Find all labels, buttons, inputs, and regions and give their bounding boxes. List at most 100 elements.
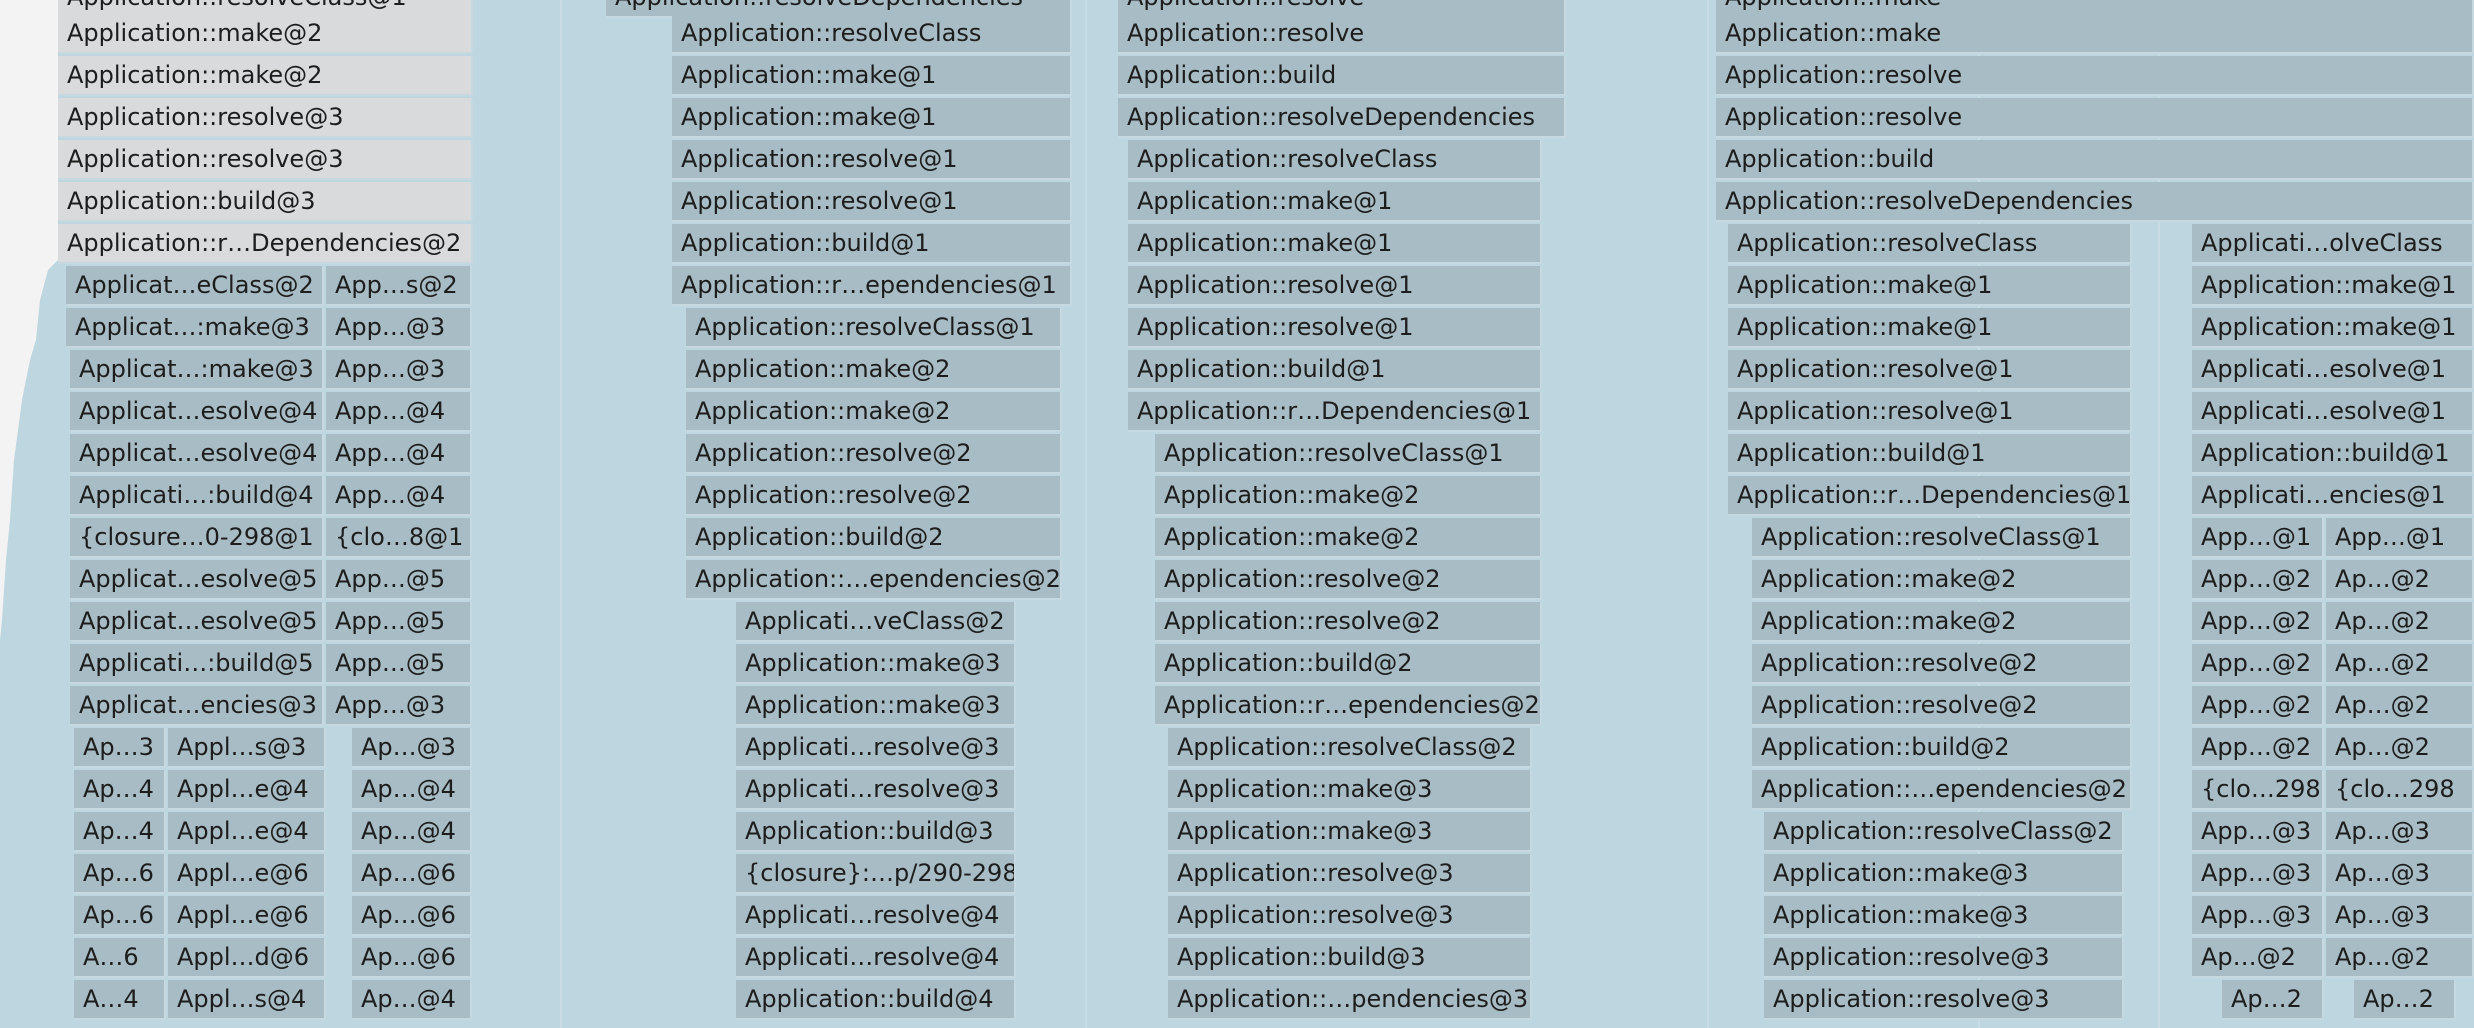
flame-frame[interactable]: Applicat…esolve@4 [70, 392, 324, 432]
flame-frame[interactable]: App…@3 [326, 350, 472, 390]
flame-frame[interactable]: Applicati…resolve@3 [736, 770, 1016, 810]
flame-frame[interactable]: Applicat…eClass@2 [66, 266, 324, 306]
flame-frame[interactable]: Application::r…Dependencies@1 [1728, 476, 2132, 516]
flame-frame[interactable]: Ap…@6 [352, 896, 472, 936]
flame-frame[interactable]: App…@5 [326, 602, 472, 642]
flame-frame[interactable]: Application::build@1 [1728, 434, 2132, 474]
flame-frame[interactable]: Application::resolveDependencies [1118, 98, 1566, 138]
flame-frame[interactable]: Application::resolveClass@1 [1155, 434, 1542, 474]
flame-frame[interactable]: Application::make@2 [58, 14, 473, 54]
flame-frame[interactable]: Application::resolve@3 [58, 98, 473, 138]
flame-frame[interactable]: {clo…8@1 [326, 518, 472, 558]
flame-frame[interactable]: Application::make@1 [2192, 308, 2474, 348]
flame-frame[interactable]: Ap…6 [74, 896, 166, 936]
flame-frame[interactable]: Application::resolveClass [672, 14, 1072, 54]
flame-frame[interactable]: Ap…@6 [352, 854, 472, 894]
flame-frame[interactable]: Application::resolve [1716, 98, 2474, 138]
flame-frame[interactable]: Application::make@1 [672, 56, 1072, 96]
flame-frame[interactable]: Ap…2 [2354, 980, 2456, 1020]
flame-frame[interactable]: Ap…@4 [352, 980, 472, 1020]
flame-frame[interactable]: Application::resolveClass [1728, 224, 2132, 264]
flame-frame[interactable]: Application::resolve@1 [1728, 392, 2132, 432]
flame-frame[interactable]: App…@3 [2192, 812, 2324, 852]
flame-frame[interactable]: Appl…e@6 [168, 854, 326, 894]
flame-frame[interactable]: Application::make@2 [58, 56, 473, 96]
flame-frame[interactable]: A…6 [74, 938, 166, 978]
flame-frame[interactable]: Application::resolveClass@2 [1764, 812, 2124, 852]
flame-frame[interactable]: Application::resolve@3 [1764, 980, 2124, 1020]
flame-frame[interactable]: Ap…@2 [2326, 728, 2474, 768]
flame-frame[interactable]: App…@4 [326, 392, 472, 432]
flame-frame[interactable]: Application::r…Dependencies@1 [1128, 392, 1542, 432]
flame-frame[interactable]: App…@2 [2192, 602, 2324, 642]
flame-frame[interactable]: Application::make@3 [1764, 854, 2124, 894]
flame-frame[interactable]: Application::build@2 [686, 518, 1062, 558]
flame-frame[interactable]: Application::make@3 [1168, 812, 1532, 852]
flame-frame[interactable]: Application::…ependencies@2 [686, 560, 1062, 600]
flame-frame[interactable]: Ap…4 [74, 812, 166, 852]
flame-frame[interactable]: Applicati…resolve@4 [736, 896, 1016, 936]
flame-frame[interactable]: Application::resolve@1 [1128, 308, 1542, 348]
flame-frame[interactable]: App…@3 [326, 686, 472, 726]
flame-frame[interactable]: App…@1 [2326, 518, 2474, 558]
flame-frame[interactable]: Applicati…veClass@2 [736, 602, 1016, 642]
flame-frame[interactable]: Application::build@3 [58, 182, 473, 222]
flame-frame[interactable]: Application::build@4 [736, 980, 1016, 1020]
flame-frame[interactable]: Application::make@1 [1728, 266, 2132, 306]
flame-frame[interactable]: Application::resolve@2 [1155, 560, 1542, 600]
flame-frame[interactable]: Application::build@3 [736, 812, 1016, 852]
flame-frame[interactable]: Application::make [1716, 14, 2474, 54]
flame-frame[interactable]: Applicati…esolve@1 [2192, 392, 2474, 432]
flame-frame[interactable]: Application::make@2 [1155, 476, 1542, 516]
flame-frame[interactable]: Applicati…olveClass [2192, 224, 2474, 264]
flame-frame[interactable]: Ap…@2 [2192, 938, 2324, 978]
flame-frame[interactable]: Application::r…ependencies@2 [1155, 686, 1542, 726]
flame-frame[interactable]: Application::make@1 [1128, 224, 1542, 264]
flame-frame[interactable]: Application::resolveDependencies [1716, 182, 2474, 222]
flame-frame[interactable]: Application::make@2 [1752, 602, 2132, 642]
flame-frame[interactable]: Applicati…encies@1 [2192, 476, 2474, 516]
flame-frame[interactable]: Ap…@4 [352, 812, 472, 852]
flame-frame[interactable]: Application::build@2 [1155, 644, 1542, 684]
flame-frame[interactable]: Application::make@2 [686, 392, 1062, 432]
flame-frame[interactable]: Applicat…esolve@5 [70, 602, 324, 642]
flame-frame[interactable]: Application::resolveClass@1 [686, 308, 1062, 348]
flame-frame[interactable]: Application::make@3 [1168, 770, 1532, 810]
flame-frame[interactable]: App…@2 [2192, 644, 2324, 684]
flame-frame[interactable]: Application::resolve@2 [686, 434, 1062, 474]
flame-frame[interactable]: Appl…s@4 [168, 980, 326, 1020]
flame-frame[interactable]: Ap…6 [74, 854, 166, 894]
flame-frame[interactable]: Application::resolveClass@1 [1752, 518, 2132, 558]
flame-frame[interactable]: Ap…@2 [2326, 938, 2474, 978]
flame-frame[interactable]: Application::r…ependencies@1 [672, 266, 1072, 306]
flame-frame[interactable]: Application::resolve@3 [1168, 896, 1532, 936]
flame-frame[interactable]: Application::…pendencies@3 [1168, 980, 1532, 1020]
flame-frame[interactable]: Appl…d@6 [168, 938, 326, 978]
flame-frame[interactable]: Application::resolve@3 [1764, 938, 2124, 978]
flame-frame[interactable]: Application::make@2 [686, 350, 1062, 390]
flame-frame[interactable]: App…@2 [2192, 686, 2324, 726]
flame-frame[interactable]: Appl…e@4 [168, 770, 326, 810]
flame-frame[interactable]: Application::make@2 [1752, 560, 2132, 600]
flame-frame[interactable]: Application::make@1 [1728, 308, 2132, 348]
flame-frame[interactable]: Ap…@3 [352, 728, 472, 768]
flame-frame[interactable]: Applicat…:make@3 [70, 350, 324, 390]
flame-frame[interactable]: Application::build@3 [1168, 938, 1532, 978]
flame-frame[interactable]: Application::…ependencies@2 [1752, 770, 2132, 810]
flame-frame[interactable]: App…@5 [326, 560, 472, 600]
flame-frame[interactable]: Application::resolve [1118, 14, 1566, 54]
flame-frame[interactable]: Ap…4 [74, 770, 166, 810]
flame-frame[interactable]: Application::make@3 [736, 644, 1016, 684]
flame-frame[interactable]: App…@1 [2192, 518, 2324, 558]
flame-frame[interactable]: Applicati…esolve@1 [2192, 350, 2474, 390]
flame-frame[interactable]: Application::make@1 [2192, 266, 2474, 306]
flame-frame[interactable]: Applicat…:make@3 [66, 308, 324, 348]
flame-frame[interactable]: Applicat…esolve@4 [70, 434, 324, 474]
flame-frame[interactable]: Application::build@1 [2192, 434, 2474, 474]
flame-frame[interactable]: Ap…@2 [2326, 560, 2474, 600]
flame-frame[interactable]: Applicat…esolve@5 [70, 560, 324, 600]
flame-frame[interactable]: Application::resolve@1 [1128, 266, 1542, 306]
flame-frame[interactable]: Appl…e@4 [168, 812, 326, 852]
flame-frame[interactable]: App…s@2 [326, 266, 472, 306]
flame-frame[interactable]: {clo…298 [2192, 770, 2324, 810]
